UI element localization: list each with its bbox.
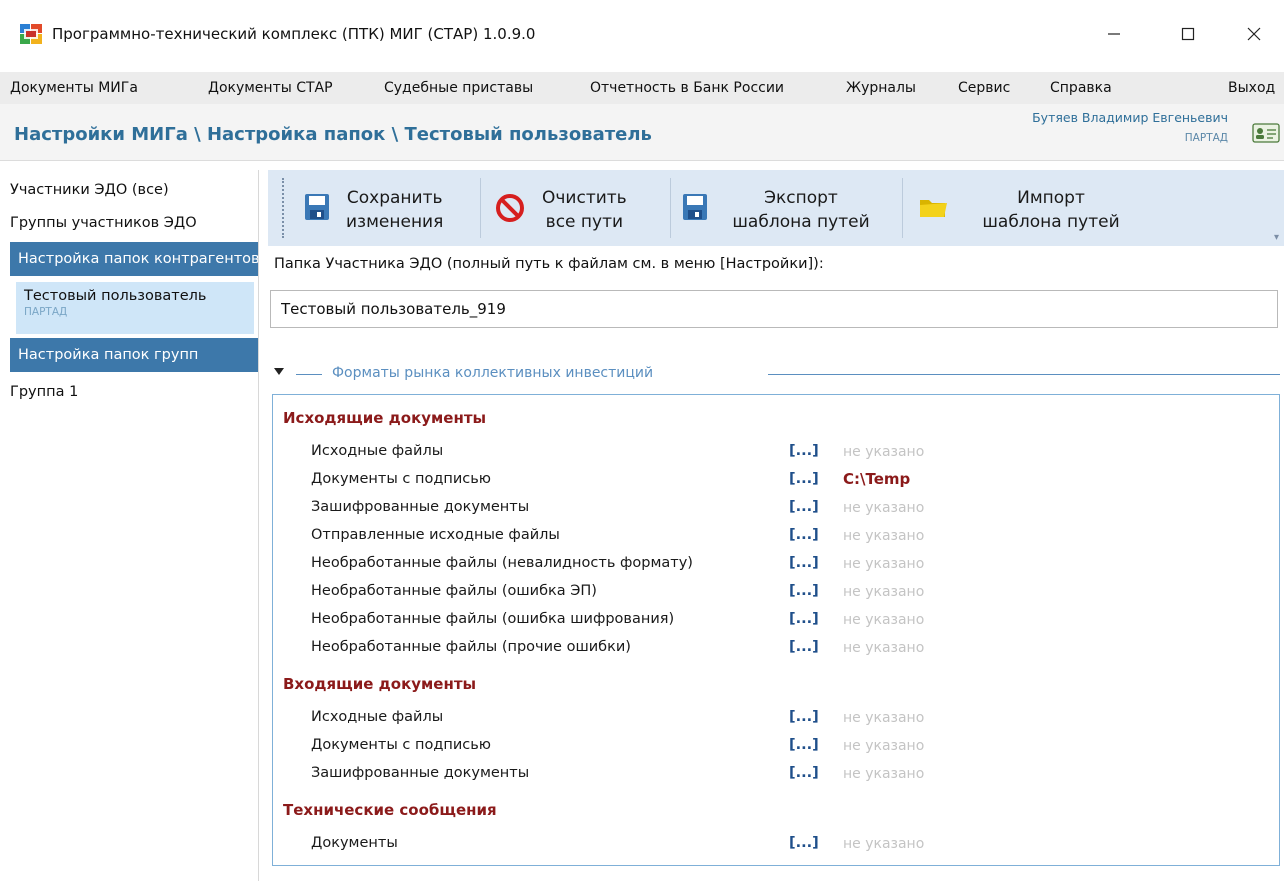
sidebar-item-org: ПАРТАД <box>24 306 68 318</box>
menu-item-star-documents[interactable]: Документы СТАР <box>208 72 333 104</box>
sidebar-section-counterparty-folders[interactable]: Настройка папок контрагентов <box>10 242 258 276</box>
browse-button[interactable]: [...] <box>789 527 819 543</box>
path-value: C:\Temp <box>843 470 911 488</box>
sidebar-item-all-participants[interactable]: Участники ЭДО (все) <box>10 182 256 198</box>
browse-button[interactable]: [...] <box>789 443 819 459</box>
save-changes-label: Сохранить изменения <box>346 188 444 232</box>
row-label: Документы <box>311 835 398 851</box>
section-title-outgoing: Исходящие документы <box>283 409 487 427</box>
participant-folder-label: Папка Участника ЭДО (полный путь к файла… <box>274 256 824 272</box>
row-label: Исходные файлы <box>311 709 444 725</box>
menu-bar: Документы МИГа Документы СТАР Судебные п… <box>0 72 1284 104</box>
minimize-icon <box>1108 33 1120 35</box>
browse-button[interactable]: [...] <box>789 555 819 571</box>
menu-item-exit[interactable]: Выход <box>1228 72 1275 104</box>
sidebar: Участники ЭДО (все) Группы участников ЭД… <box>0 170 259 881</box>
path-value: не указано <box>843 766 925 782</box>
title-bar: Программно-технический комплекс (ПТК) МИ… <box>0 0 1284 68</box>
user-name: Бутяев Владимир Евгеньевич <box>1032 110 1228 125</box>
browse-button[interactable]: [...] <box>789 471 819 487</box>
page-header: Настройки МИГа \ Настройка папок \ Тесто… <box>0 104 1284 161</box>
row-label: Отправленные исходные файлы <box>311 527 560 543</box>
row-label: Документы с подписью <box>311 737 491 753</box>
sidebar-item-participant-groups[interactable]: Группы участников ЭДО <box>10 215 256 231</box>
path-value: не указано <box>843 738 925 754</box>
export-template-button[interactable]: Экспорт шаблона путей <box>672 170 902 246</box>
row-label: Исходные файлы <box>311 443 444 459</box>
close-button[interactable] <box>1224 14 1284 54</box>
divider <box>768 374 1280 375</box>
import-template-button[interactable]: Импорт шаблона путей <box>904 170 1154 246</box>
no-entry-icon <box>496 194 524 222</box>
import-template-label: Импорт шаблона путей <box>982 188 1120 232</box>
section-title-incoming: Входящие документы <box>283 675 477 693</box>
maximize-icon <box>1181 27 1195 41</box>
menu-item-help[interactable]: Справка <box>1050 72 1112 104</box>
maximize-button[interactable] <box>1158 14 1218 54</box>
path-value: не указано <box>843 584 925 600</box>
browse-button[interactable]: [...] <box>789 639 819 655</box>
browse-button[interactable]: [...] <box>789 835 819 851</box>
row-label: Необработанные файлы (невалидность форма… <box>311 555 693 571</box>
row-label: Необработанные файлы (ошибка ЭП) <box>311 583 597 599</box>
folder-settings-panel: Исходящие документы Исходные файлы [...]… <box>272 394 1280 866</box>
row-label: Документы с подписью <box>311 471 491 487</box>
browse-button[interactable]: [...] <box>789 709 819 725</box>
browse-button[interactable]: [...] <box>789 765 819 781</box>
path-value: не указано <box>843 612 925 628</box>
toolbar: Сохранить изменения Очистить все пути Эксп… <box>268 170 1284 246</box>
window-title: Программно-технический комплекс (ПТК) МИ… <box>52 25 536 43</box>
path-value: не указано <box>843 640 925 656</box>
path-value: не указано <box>843 528 925 544</box>
group-title: Форматы рынка коллективных инвестиций <box>332 365 654 381</box>
breadcrumb: Настройки МИГа \ Настройка папок \ Тесто… <box>14 124 652 145</box>
menu-item-journals[interactable]: Журналы <box>846 72 916 104</box>
minimize-button[interactable] <box>1084 14 1144 54</box>
clear-all-paths-button[interactable]: Очистить все пути <box>482 170 670 246</box>
save-changes-button[interactable]: Сохранить изменения <box>294 170 480 246</box>
user-organization: ПАРТАД <box>1184 132 1228 144</box>
menu-item-bailiffs[interactable]: Судебные приставы <box>384 72 533 104</box>
browse-button[interactable]: [...] <box>789 737 819 753</box>
row-label: Необработанные файлы (ошибка шифрования) <box>311 611 675 627</box>
path-value: не указано <box>843 444 925 460</box>
close-icon <box>1247 27 1261 41</box>
user-card-icon[interactable] <box>1252 122 1280 144</box>
participant-folder-input[interactable] <box>270 290 1278 328</box>
folder-icon <box>920 200 947 217</box>
export-template-label: Экспорт шаблона путей <box>732 188 870 232</box>
row-label: Необработанные файлы (прочие ошибки) <box>311 639 631 655</box>
menu-item-mig-documents[interactable]: Документы МИГа <box>10 72 138 104</box>
browse-button[interactable]: [...] <box>789 583 819 599</box>
menu-item-bank-reporting[interactable]: Отчетность в Банк России <box>590 72 784 104</box>
path-value: не указано <box>843 710 925 726</box>
divider <box>296 374 322 375</box>
group-header: Форматы рынка коллективных инвестиций <box>274 362 1280 388</box>
toolbar-overflow-icon[interactable]: ▾ <box>1274 232 1279 243</box>
app-logo-icon <box>20 24 42 44</box>
floppy-disk-icon <box>305 194 329 220</box>
sidebar-item-test-user[interactable]: Тестовый пользователь ПАРТАД <box>16 282 254 334</box>
clear-all-paths-label: Очистить все пути <box>542 188 627 232</box>
sidebar-item-label: Тестовый пользователь <box>24 288 207 304</box>
section-title-technical: Технические сообщения <box>283 801 497 819</box>
row-label: Зашифрованные документы <box>311 765 530 781</box>
path-value: не указано <box>843 556 925 572</box>
sidebar-section-group-folders[interactable]: Настройка папок групп <box>10 338 258 372</box>
toolbar-grip[interactable] <box>282 178 287 238</box>
path-value: не указано <box>843 836 925 852</box>
row-label: Зашифрованные документы <box>311 499 530 515</box>
path-value: не указано <box>843 500 925 516</box>
collapse-toggle-icon[interactable] <box>274 368 284 375</box>
browse-button[interactable]: [...] <box>789 499 819 515</box>
browse-button[interactable]: [...] <box>789 611 819 627</box>
floppy-disk-icon <box>683 194 707 220</box>
menu-item-service[interactable]: Сервис <box>958 72 1010 104</box>
sidebar-item-group-1[interactable]: Группа 1 <box>10 384 256 400</box>
